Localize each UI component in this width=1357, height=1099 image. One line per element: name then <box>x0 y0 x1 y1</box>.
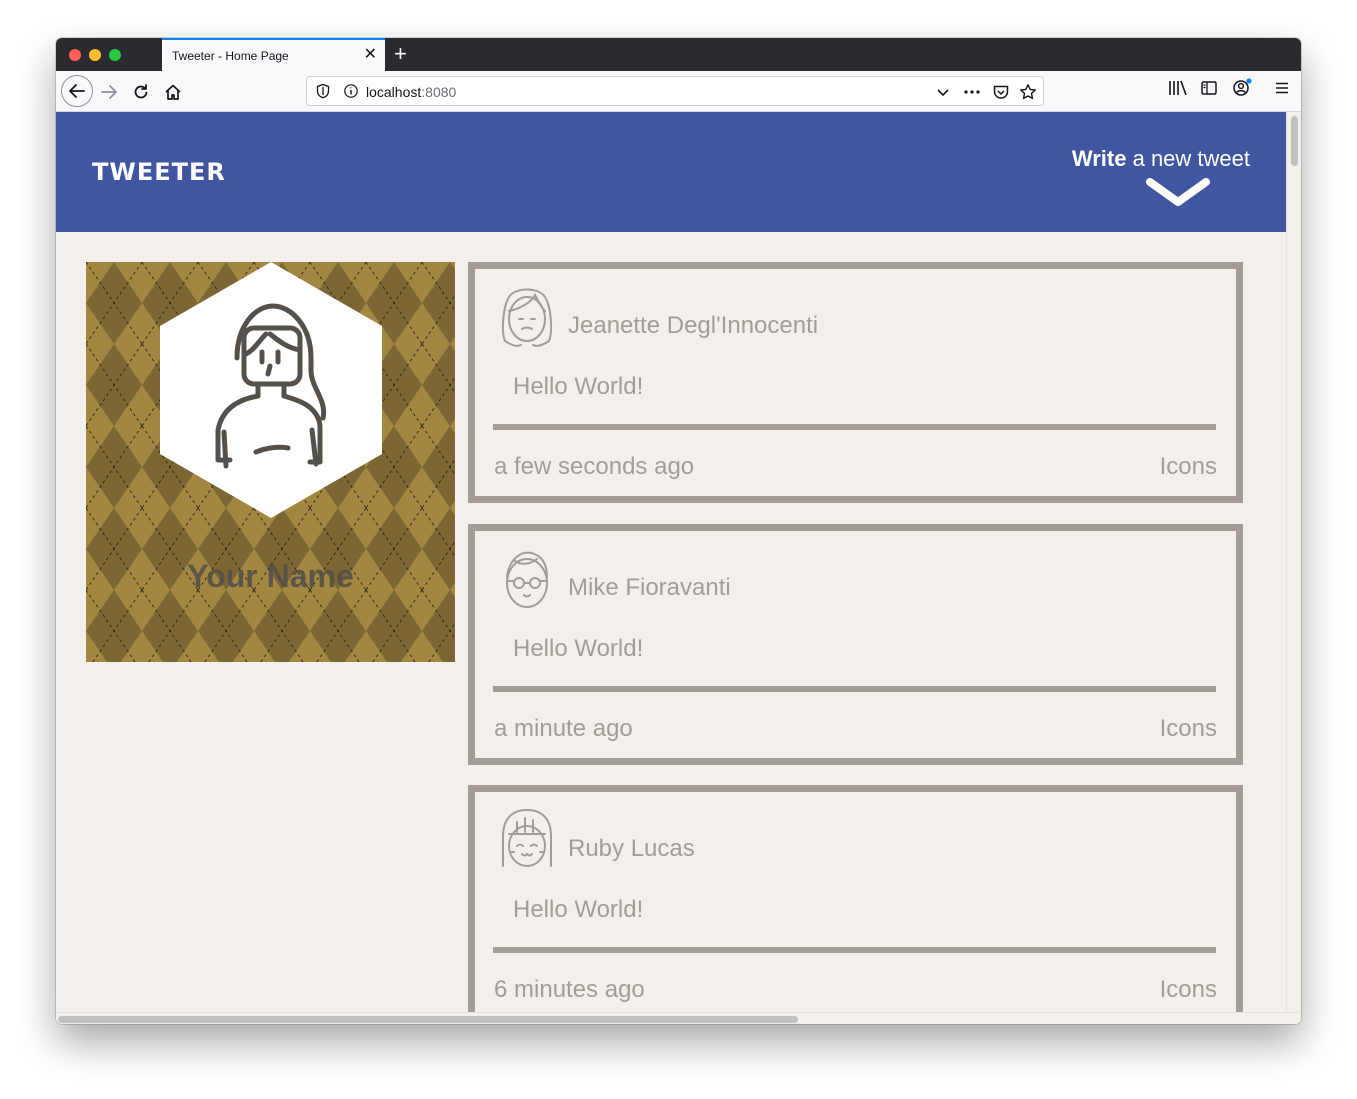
user-avatar-icon <box>501 288 553 347</box>
compose-label: a new tweet <box>1126 146 1250 171</box>
tweet-text: Hello World! <box>513 635 644 662</box>
new-tab-icon[interactable]: + <box>394 41 407 67</box>
tweet-author: Ruby Lucas <box>568 835 695 862</box>
browser-window: Tweeter - Home Page ✕ + localhost:8080 T… <box>56 38 1301 1024</box>
arrow-left-icon <box>69 84 85 98</box>
tweet-timestamp: 6 minutes ago <box>494 976 645 1003</box>
browser-toolbar: localhost:8080 <box>56 71 1301 112</box>
star-icon <box>1020 84 1036 100</box>
account-icon <box>1233 78 1252 96</box>
home-icon <box>165 84 181 100</box>
address-bar[interactable]: localhost:8080 <box>306 76 1044 106</box>
maximize-window-button[interactable] <box>109 49 121 61</box>
site-header: TWEETER Write a new tweet <box>56 112 1286 232</box>
chevron-down-icon <box>937 89 949 97</box>
menu-icon <box>1276 82 1288 94</box>
site-logo[interactable]: TWEETER <box>92 158 226 186</box>
home-button[interactable] <box>158 77 188 107</box>
tweet-card: Mike Fioravanti Hello World! a minute ag… <box>468 524 1243 765</box>
url-host: localhost <box>366 84 422 100</box>
reload-button[interactable] <box>126 77 156 107</box>
tweet-divider <box>493 686 1216 692</box>
horizontal-scroll-thumb[interactable] <box>58 1016 798 1023</box>
arrow-right-icon <box>101 85 117 99</box>
info-icon <box>344 84 358 98</box>
tweet-timestamp: a minute ago <box>494 715 633 742</box>
title-bar: Tweeter - Home Page ✕ + <box>56 38 1301 71</box>
tweet-text: Hello World! <box>513 896 644 923</box>
tweet-divider <box>493 947 1216 953</box>
tweet-timestamp: a few seconds ago <box>494 453 695 480</box>
vertical-scrollbar[interactable] <box>1286 112 1301 1012</box>
url-text: localhost:8080 <box>366 84 456 100</box>
compose-bold-label: Write <box>1071 146 1127 171</box>
reload-icon <box>134 84 148 99</box>
more-icon <box>964 90 980 94</box>
page-viewport: TWEETER Write a new tweet Your Name Jean… <box>56 112 1286 1012</box>
sidebar-icon <box>1201 81 1217 95</box>
profile-card: Your Name <box>86 262 455 662</box>
tweet-card: Ruby Lucas Hello World! 6 minutes ago Ic… <box>468 785 1243 1012</box>
url-port: :8080 <box>421 84 457 100</box>
user-avatar-icon <box>502 808 552 867</box>
vertical-scroll-thumb[interactable] <box>1291 116 1298 166</box>
profile-name: Your Name <box>187 558 354 594</box>
chevron-down-icon[interactable] <box>1146 176 1210 208</box>
close-window-button[interactable] <box>69 49 81 61</box>
tweet-actions[interactable]: Icons <box>1160 715 1217 743</box>
profile-avatar <box>160 262 382 518</box>
minimize-window-button[interactable] <box>89 49 101 61</box>
shield-icon <box>316 83 330 99</box>
tab-close-icon[interactable]: ✕ <box>364 45 377 65</box>
tweet-actions[interactable]: Icons <box>1160 453 1217 481</box>
tweet-divider <box>493 424 1216 430</box>
tweet-author: Jeanette Degl'Innocenti <box>568 312 819 339</box>
horizontal-scrollbar[interactable] <box>56 1012 1301 1024</box>
tweet-actions[interactable]: Icons <box>1160 976 1217 1004</box>
tweet-author: Mike Fioravanti <box>568 574 731 601</box>
user-avatar-icon <box>506 551 548 608</box>
forward-button[interactable] <box>94 77 124 107</box>
library-icon <box>1169 80 1187 96</box>
tab-title: Tweeter - Home Page <box>172 49 289 63</box>
browser-tab[interactable]: Tweeter - Home Page ✕ <box>162 38 385 71</box>
compose-tweet-toggle[interactable]: Write a new tweet <box>1072 146 1250 172</box>
tweet-text: Hello World! <box>513 373 644 400</box>
pocket-icon <box>993 85 1009 99</box>
tweet-card: Jeanette Degl'Innocenti Hello World! a f… <box>468 262 1243 503</box>
back-button[interactable] <box>61 75 93 107</box>
